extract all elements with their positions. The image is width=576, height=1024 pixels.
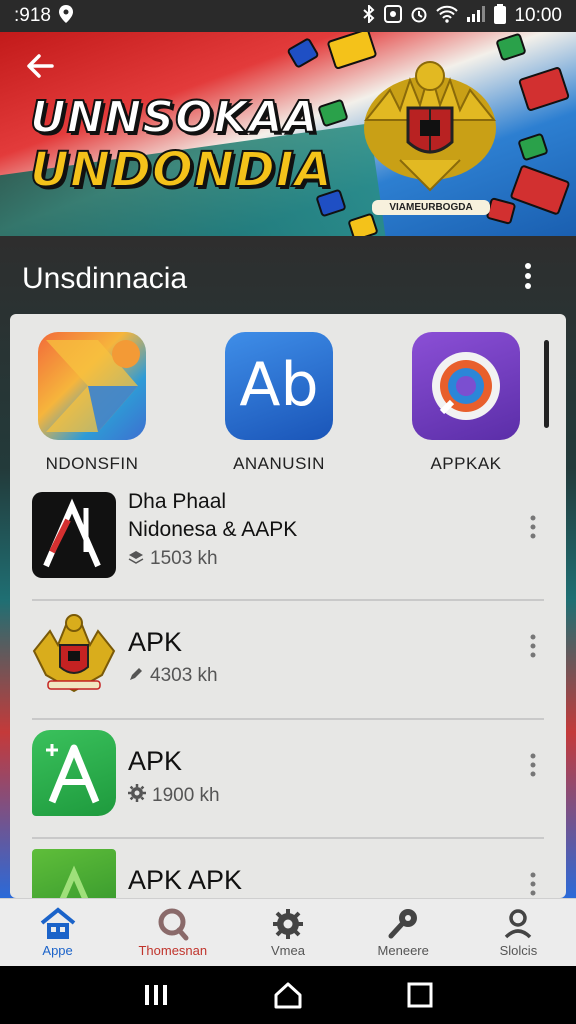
recents-button[interactable] [134,973,178,1017]
section-title: Unsdinnacia [22,262,188,295]
more-vertical-icon [530,753,536,777]
list-item-title: APK [128,627,183,657]
signal-icon [466,5,486,27]
back-system-button[interactable] [398,973,442,1017]
ab-logo-glyph: Ab [239,350,319,420]
list-item-size: 4303 kh [150,665,218,686]
featured-app-3[interactable]: APPKAK [391,332,541,474]
nav-label: Thomesnan [138,943,208,958]
list-item[interactable]: APK 1900 kh [32,720,544,839]
more-vertical-icon [530,872,536,896]
search-icon [115,907,230,941]
more-vertical-icon [530,634,536,658]
emblem-caption: VIAMEURBOGDA [372,200,490,215]
list-item-title: APK APK [128,865,243,895]
camera-lens-icon [412,332,520,440]
app-list: Dha Phaal Nidonesa & AAPK 1503 kh APK 43… [32,482,544,898]
list-item-more-button[interactable] [524,869,542,898]
nav-label: Meneere [377,943,429,958]
list-item-size: 1900 kh [152,784,220,806]
back-button[interactable] [24,50,64,90]
featured-app-label: APPKAK [430,454,502,473]
download-icon [128,550,144,569]
list-item-subtitle: Nidonesa & AAPK [128,518,298,541]
person-icon [461,907,576,941]
green-a-plus-icon [32,730,116,816]
status-left-text: :918 [14,5,51,26]
list-item[interactable]: Dha Phaal Nidonesa & AAPK 1503 kh [32,482,544,601]
banner-tile [286,36,320,70]
list-item-size: 1503 kh [150,548,218,569]
list-item-more-button[interactable] [524,750,542,790]
arrow-left-icon [27,54,54,78]
list-item-meta: 1900 kh [128,784,220,807]
gear-icon [128,784,146,807]
gear-icon [230,907,345,941]
nav-label: Slolcis [499,943,538,958]
list-item[interactable]: APK 4303 kh [32,601,544,720]
square-icon [407,982,433,1008]
list-item-more-button[interactable] [524,512,542,552]
featured-app-1[interactable]: NDONSFIN [17,332,167,474]
featured-app-label: ANANUSIN [233,454,325,473]
nav-item-settings[interactable]: Vmea [230,899,345,966]
nav-item-manager[interactable]: Meneere [346,899,461,966]
nav-item-apps[interactable]: Appe [0,899,115,966]
garuda-emblem-icon [32,611,116,697]
home-icon [0,907,115,941]
list-item-more-button[interactable] [524,631,542,671]
home-outline-icon [274,982,302,1009]
bottom-navigation: Appe Thomesnan Vmea Meneere Slolcis [0,898,576,966]
pencil-icon [128,666,144,687]
green-square-icon [32,849,116,898]
featured-app-2[interactable]: Ab ANANUSIN [204,332,354,474]
nav-label: Appe [42,943,73,958]
colorful-arrow-icon [38,332,146,440]
key-icon [346,907,461,941]
system-navigation-bar [0,966,576,1024]
section-menu-button[interactable] [516,262,540,296]
nav-item-profile[interactable]: Slolcis [461,899,576,966]
list-item-title: APK [128,746,183,776]
more-vertical-icon [525,263,531,289]
app-list-card: NDONSFIN Ab ANANUSIN APPKAK Dha Phaal Ni… [10,314,566,898]
list-item[interactable]: APK APK [32,839,544,898]
nav-label: Vmea [271,943,305,958]
banner-title-line1: UNNSOKAA [29,92,319,143]
featured-app-label: NDONSFIN [45,454,139,473]
status-bar: :918 10:00 [0,0,576,32]
featured-apps: NDONSFIN Ab ANANUSIN APPKAK [10,314,566,484]
nav-item-search[interactable]: Thomesnan [115,899,230,966]
list-item-title: Dha Phaal [128,490,227,513]
list-item-meta: 4303 kh [128,665,218,687]
battery-icon [494,4,507,28]
wifi-icon [436,5,459,27]
recents-icon [145,985,167,1005]
nfc-icon [384,5,403,27]
banner-title: UNNSOKAA UNDONDIA [29,92,340,198]
location-icon [58,5,73,27]
bluetooth-icon [362,3,376,27]
home-button[interactable] [266,973,310,1017]
banner-tile [509,164,571,216]
banner-title-line2: UNDONDIA [29,142,333,198]
alarm-icon [410,5,428,27]
banner-tile [517,66,571,112]
banner-tile [517,132,549,162]
dark-a-logo-icon [32,492,116,578]
list-item-meta: 1503 kh [128,548,218,570]
ab-logo-icon: Ab [225,332,333,440]
status-time: 10:00 [514,5,562,26]
hero-banner: UNNSOKAA UNDONDIA VIAMEURBOGDA [0,32,576,236]
more-vertical-icon [530,515,536,539]
